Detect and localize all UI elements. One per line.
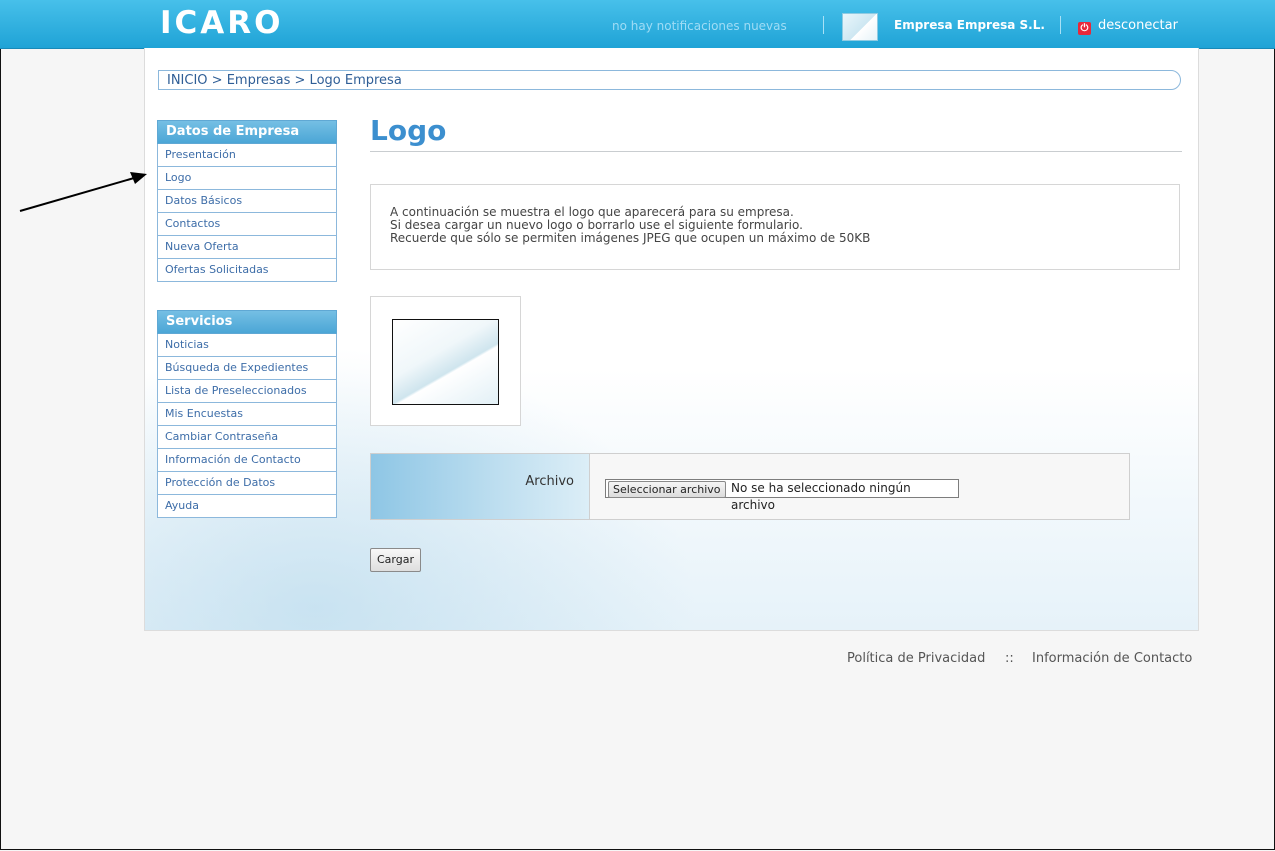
choose-file-button[interactable]: Seleccionar archivo — [608, 481, 726, 498]
divider — [823, 16, 824, 34]
power-icon[interactable]: ⏻ — [1078, 22, 1091, 35]
page-title: Logo — [370, 114, 447, 147]
file-label: Archivo — [371, 454, 590, 519]
sidebar-item-nueva-oferta[interactable]: Nueva Oferta — [157, 236, 337, 259]
footer-separator: :: — [1005, 651, 1014, 666]
footer-privacy-link[interactable]: Política de Privacidad — [847, 651, 985, 666]
upload-form-row: Archivo Seleccionar archivo No se ha sel… — [370, 453, 1130, 520]
info-line: Recuerde que sólo se permiten imágenes J… — [390, 231, 871, 245]
sidebar-company-menu: Datos de Empresa Presentación Logo Datos… — [157, 120, 337, 282]
sidebar-item-ofertas-solicitadas[interactable]: Ofertas Solicitadas — [157, 259, 337, 282]
sidebar-section-title: Servicios — [157, 310, 337, 334]
breadcrumb: INICIO > Empresas > Logo Empresa — [158, 70, 1181, 90]
brand-logo[interactable]: ICARO — [160, 5, 284, 41]
sidebar-item-contactos[interactable]: Contactos — [157, 213, 337, 236]
logout-link[interactable]: desconectar — [1098, 18, 1178, 33]
logo-preview-frame — [370, 296, 521, 426]
sidebar-item-busqueda-expedientes[interactable]: Búsqueda de Expedientes — [157, 357, 337, 380]
sidebar-item-ayuda[interactable]: Ayuda — [157, 495, 337, 518]
file-status-text: No se ha seleccionado ningún archivo — [731, 481, 911, 512]
sidebar-item-lista-preseleccionados[interactable]: Lista de Preseleccionados — [157, 380, 337, 403]
sidebar-item-presentacion[interactable]: Presentación — [157, 144, 337, 167]
info-box: A continuación se muestra el logo que ap… — [370, 184, 1180, 270]
notifications-text[interactable]: no hay notificaciones nuevas — [612, 19, 787, 33]
logo-preview-image — [392, 319, 499, 405]
company-avatar — [842, 13, 878, 41]
sidebar-item-informacion-contacto[interactable]: Información de Contacto — [157, 449, 337, 472]
upload-button[interactable]: Cargar — [370, 548, 421, 572]
sidebar-item-cambiar-contrasena[interactable]: Cambiar Contraseña — [157, 426, 337, 449]
company-name[interactable]: Empresa Empresa S.L. — [894, 18, 1045, 32]
sidebar-item-mis-encuestas[interactable]: Mis Encuestas — [157, 403, 337, 426]
sidebar-item-datos-basicos[interactable]: Datos Básicos — [157, 190, 337, 213]
annotation-arrow-icon — [19, 172, 147, 212]
top-bar: ICARO no hay notificaciones nuevas Empre… — [0, 0, 1275, 49]
divider — [1060, 16, 1061, 34]
sidebar-item-logo[interactable]: Logo — [157, 167, 337, 190]
footer-contact-link[interactable]: Información de Contacto — [1032, 651, 1192, 666]
file-input[interactable]: Seleccionar archivo No se ha seleccionad… — [605, 479, 959, 512]
sidebar-item-proteccion-datos[interactable]: Protección de Datos — [157, 472, 337, 495]
sidebar-services-menu: Servicios Noticias Búsqueda de Expedient… — [157, 310, 337, 518]
title-divider — [370, 151, 1182, 152]
sidebar-section-title: Datos de Empresa — [157, 120, 337, 144]
sidebar-item-noticias[interactable]: Noticias — [157, 334, 337, 357]
